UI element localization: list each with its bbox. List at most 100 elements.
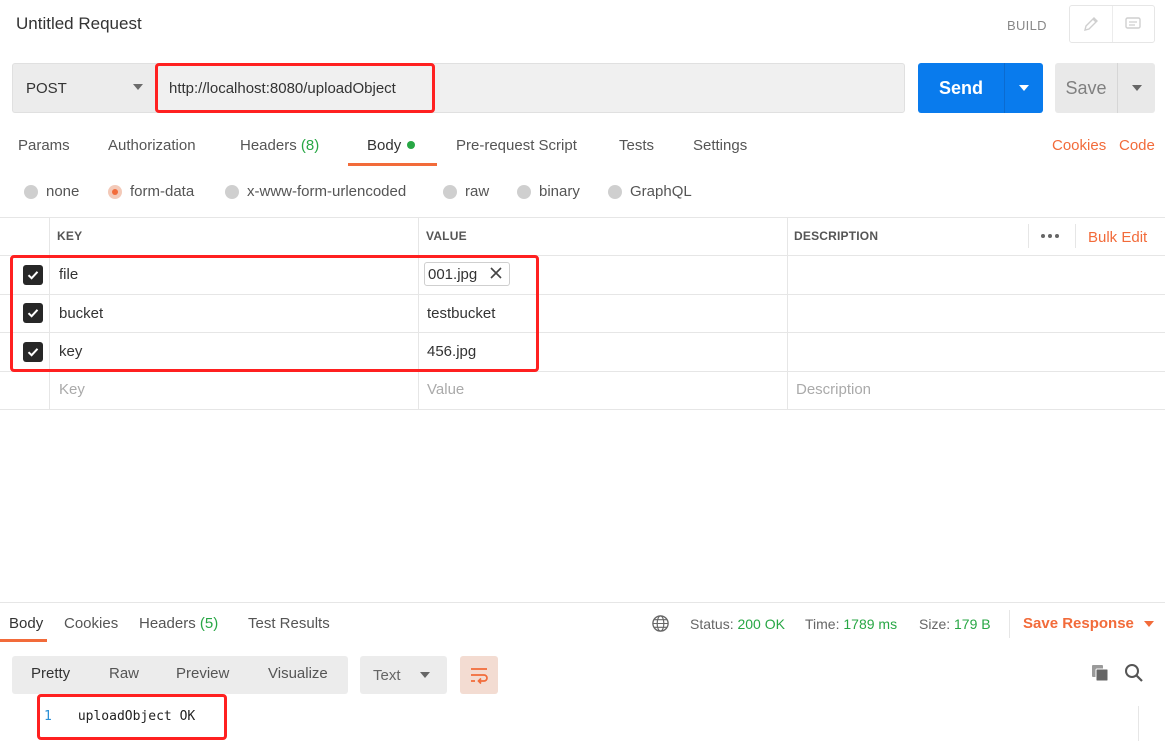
- radio-icon: [24, 184, 38, 199]
- send-button-group: Send: [918, 63, 1043, 113]
- save-options-button[interactable]: [1117, 63, 1155, 113]
- language-select[interactable]: Text: [360, 656, 447, 694]
- radio-label: none: [46, 183, 80, 200]
- radio-graphql[interactable]: GraphQL: [608, 183, 692, 200]
- size-label: Size:: [919, 616, 951, 632]
- row-key[interactable]: bucket: [59, 305, 103, 322]
- send-button[interactable]: Send: [918, 63, 1004, 113]
- row-checkbox[interactable]: [23, 303, 43, 323]
- divider: [1028, 224, 1029, 248]
- comment-icon[interactable]: [1111, 6, 1155, 42]
- tab-settings[interactable]: Settings: [693, 137, 747, 154]
- url-text: http://localhost:8080/uploadObject: [169, 79, 396, 97]
- row-key[interactable]: key: [59, 343, 82, 360]
- response-text: uploadObject OK: [77, 709, 196, 724]
- divider: [0, 332, 1165, 333]
- time-value[interactable]: 1789 ms: [843, 616, 897, 632]
- status-dot-icon: [407, 141, 416, 149]
- bulk-edit-link[interactable]: Bulk Edit: [1088, 229, 1147, 246]
- pencil-icon[interactable]: [1070, 6, 1112, 42]
- tab-pre-request-script[interactable]: Pre-request Script: [456, 137, 577, 154]
- radio-icon: [225, 184, 239, 199]
- status-value[interactable]: 200 OK: [737, 616, 784, 632]
- response-tab-test-results[interactable]: Test Results: [248, 615, 330, 632]
- file-name: 001.jpg: [428, 265, 478, 283]
- tab-params[interactable]: Params: [18, 137, 70, 154]
- mode-switcher: [1069, 5, 1155, 43]
- scrollbar[interactable]: [1138, 706, 1158, 741]
- radio-raw[interactable]: raw: [443, 183, 489, 200]
- globe-icon[interactable]: [651, 614, 670, 637]
- radio-x-www-form-urlencoded[interactable]: x-www-form-urlencoded: [225, 183, 406, 200]
- response-tab-headers[interactable]: Headers (5): [139, 615, 218, 632]
- key-input[interactable]: Key: [59, 381, 85, 398]
- tab-headers[interactable]: Headers (8): [240, 137, 319, 154]
- tab-body[interactable]: Body: [367, 137, 416, 154]
- time-label: Time:: [805, 616, 840, 632]
- cookies-link[interactable]: Cookies: [1052, 137, 1106, 154]
- checkmark-icon: [27, 348, 39, 357]
- more-options-icon[interactable]: [1041, 234, 1059, 238]
- tab-label: Body: [367, 137, 402, 154]
- file-chip[interactable]: 001.jpg: [424, 262, 510, 286]
- radio-label: raw: [465, 183, 490, 200]
- format-preview[interactable]: Preview: [176, 665, 229, 682]
- status-label: Status:: [690, 616, 734, 632]
- column-header-description: DESCRIPTION: [794, 229, 879, 243]
- search-icon[interactable]: [1124, 663, 1144, 687]
- wrap-lines-button[interactable]: [460, 656, 498, 694]
- chevron-down-icon: [133, 84, 143, 90]
- radio-form-data[interactable]: form-data: [108, 183, 194, 200]
- copy-icon[interactable]: [1090, 663, 1110, 687]
- radio-icon: [443, 184, 457, 199]
- headers-count: (5): [199, 615, 219, 632]
- radio-icon: [517, 184, 531, 199]
- response-tab-body[interactable]: Body: [9, 615, 43, 632]
- divider: [0, 602, 1165, 603]
- wrap-icon: [471, 668, 488, 684]
- url-input[interactable]: http://localhost:8080/uploadObject: [155, 63, 905, 113]
- divider: [418, 217, 419, 409]
- description-input[interactable]: Description: [796, 381, 871, 398]
- save-button-group: Save: [1055, 63, 1155, 113]
- tab-label: Headers: [240, 137, 297, 154]
- response-tab-cookies[interactable]: Cookies: [64, 615, 118, 632]
- code-link[interactable]: Code: [1119, 137, 1155, 154]
- divider: [0, 255, 1165, 256]
- format-visualize[interactable]: Visualize: [268, 665, 328, 682]
- checkmark-icon: [27, 271, 39, 280]
- format-raw[interactable]: Raw: [109, 665, 139, 682]
- size-value[interactable]: 179 B: [954, 616, 991, 632]
- close-icon[interactable]: [489, 266, 503, 284]
- tab-authorization[interactable]: Authorization: [108, 137, 196, 154]
- response-code[interactable]: 1 uploadObject OK: [44, 709, 195, 724]
- chevron-down-icon: [1019, 85, 1029, 91]
- active-tab-indicator: [0, 639, 47, 642]
- row-value[interactable]: testbucket: [427, 305, 495, 322]
- divider: [0, 294, 1165, 295]
- chevron-down-icon: [1131, 85, 1142, 91]
- request-title[interactable]: Untitled Request: [16, 14, 142, 34]
- divider: [49, 217, 50, 409]
- tab-label: Headers: [139, 615, 196, 632]
- format-pretty[interactable]: Pretty: [31, 665, 70, 682]
- save-button[interactable]: Save: [1055, 63, 1117, 113]
- method-label: POST: [26, 79, 67, 97]
- row-key[interactable]: file: [59, 266, 78, 283]
- column-header-value: VALUE: [426, 229, 467, 243]
- row-checkbox[interactable]: [23, 265, 43, 285]
- divider: [1075, 224, 1076, 248]
- tab-tests[interactable]: Tests: [619, 137, 654, 154]
- row-value[interactable]: 456.jpg: [427, 343, 476, 360]
- send-options-button[interactable]: [1004, 63, 1043, 113]
- row-checkbox[interactable]: [23, 342, 43, 362]
- headers-count: (8): [300, 137, 320, 154]
- value-input[interactable]: Value: [427, 381, 464, 398]
- divider: [0, 217, 1165, 218]
- save-response-button[interactable]: Save Response: [1023, 615, 1154, 632]
- radio-binary[interactable]: binary: [517, 183, 580, 200]
- build-mode-label[interactable]: BUILD: [1007, 18, 1047, 33]
- radio-none[interactable]: none: [24, 183, 79, 200]
- method-select[interactable]: POST: [12, 63, 155, 113]
- column-header-key: KEY: [57, 229, 83, 243]
